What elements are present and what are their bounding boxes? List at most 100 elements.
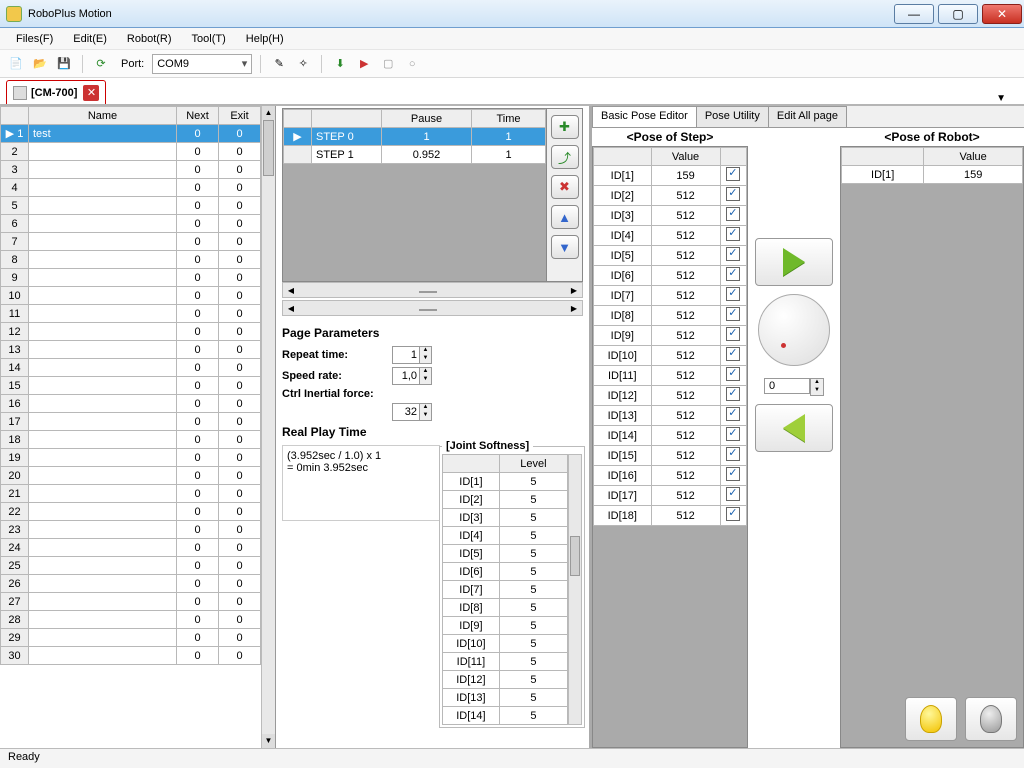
step-row[interactable]: STEP 10.9521 bbox=[284, 146, 546, 164]
softness-row[interactable]: ID[2]5 bbox=[443, 491, 568, 509]
pose-step-row[interactable]: ID[18]512 bbox=[594, 506, 747, 526]
pose-step-row[interactable]: ID[12]512 bbox=[594, 386, 747, 406]
page-row[interactable]: 600 bbox=[1, 215, 261, 233]
minimize-button[interactable]: — bbox=[894, 4, 934, 24]
new-icon[interactable]: 📄 bbox=[6, 54, 26, 74]
menu-help[interactable]: Help(H) bbox=[236, 31, 294, 47]
add-step-button[interactable]: ✚ bbox=[551, 115, 579, 139]
checkbox[interactable] bbox=[726, 347, 740, 361]
dial-value-input[interactable] bbox=[764, 378, 810, 394]
page-row[interactable]: 2500 bbox=[1, 557, 261, 575]
softness-row[interactable]: ID[1]5 bbox=[443, 473, 568, 491]
speed-rate-spinner[interactable]: ▲▼ bbox=[392, 367, 432, 385]
page-row[interactable]: 2400 bbox=[1, 539, 261, 557]
checkbox[interactable] bbox=[726, 327, 740, 341]
page-row[interactable]: 1300 bbox=[1, 341, 261, 359]
pose-step-row[interactable]: ID[1]159 bbox=[594, 166, 747, 186]
pose-step-row[interactable]: ID[3]512 bbox=[594, 206, 747, 226]
page-row[interactable]: 1200 bbox=[1, 323, 261, 341]
checkbox[interactable] bbox=[726, 267, 740, 281]
checkbox[interactable] bbox=[726, 207, 740, 221]
page-row[interactable]: 1700 bbox=[1, 413, 261, 431]
col-name[interactable]: Name bbox=[29, 107, 177, 125]
softness-row[interactable]: ID[10]5 bbox=[443, 635, 568, 653]
softness-row[interactable]: ID[4]5 bbox=[443, 527, 568, 545]
scrollbar-horizontal[interactable]: ◀▶ bbox=[282, 300, 583, 316]
pose-step-row[interactable]: ID[8]512 bbox=[594, 306, 747, 326]
col-next[interactable]: Next bbox=[177, 107, 219, 125]
softness-row[interactable]: ID[7]5 bbox=[443, 581, 568, 599]
checkbox[interactable] bbox=[726, 367, 740, 381]
pose-step-row[interactable]: ID[17]512 bbox=[594, 486, 747, 506]
close-button[interactable]: ✕ bbox=[982, 4, 1022, 24]
softness-row[interactable]: ID[6]5 bbox=[443, 563, 568, 581]
softness-row[interactable]: ID[8]5 bbox=[443, 599, 568, 617]
scrollbar-vertical[interactable] bbox=[568, 454, 582, 725]
page-row[interactable]: 400 bbox=[1, 179, 261, 197]
dial-control[interactable] bbox=[758, 294, 830, 366]
page-row[interactable]: 1400 bbox=[1, 359, 261, 377]
pose-step-row[interactable]: ID[15]512 bbox=[594, 446, 747, 466]
pencil-icon[interactable]: ✎ bbox=[269, 54, 289, 74]
softness-row[interactable]: ID[5]5 bbox=[443, 545, 568, 563]
page-row[interactable]: ▶ 1test00 bbox=[1, 125, 261, 143]
apply-right-button[interactable] bbox=[755, 238, 833, 286]
delete-step-button[interactable]: ✖ bbox=[551, 175, 579, 199]
checkbox[interactable] bbox=[726, 387, 740, 401]
insert-step-button[interactable]: ⤴ bbox=[551, 145, 579, 169]
pose-step-row[interactable]: ID[16]512 bbox=[594, 466, 747, 486]
move-down-button[interactable]: ▼ bbox=[551, 235, 579, 259]
page-row[interactable]: 2200 bbox=[1, 503, 261, 521]
wand-icon[interactable]: ✧ bbox=[293, 54, 313, 74]
page-row[interactable]: 1000 bbox=[1, 287, 261, 305]
scrollbar-horizontal[interactable]: ◀▶ bbox=[282, 282, 583, 298]
checkbox[interactable] bbox=[726, 407, 740, 421]
page-row[interactable]: 3000 bbox=[1, 647, 261, 665]
save-icon[interactable]: 💾 bbox=[54, 54, 74, 74]
page-table[interactable]: Name Next Exit ▶ 1test002003004005006007… bbox=[0, 106, 261, 665]
page-row[interactable]: 300 bbox=[1, 161, 261, 179]
softness-row[interactable]: ID[13]5 bbox=[443, 689, 568, 707]
checkbox[interactable] bbox=[726, 167, 740, 181]
checkbox[interactable] bbox=[726, 187, 740, 201]
pose-step-row[interactable]: ID[9]512 bbox=[594, 326, 747, 346]
page-row[interactable]: 200 bbox=[1, 143, 261, 161]
checkbox[interactable] bbox=[726, 467, 740, 481]
pose-step-row[interactable]: ID[13]512 bbox=[594, 406, 747, 426]
softness-row[interactable]: ID[9]5 bbox=[443, 617, 568, 635]
pose-robot-row[interactable]: ID[1]159 bbox=[842, 166, 1023, 184]
pose-step-row[interactable]: ID[6]512 bbox=[594, 266, 747, 286]
record-icon[interactable]: ○ bbox=[402, 54, 422, 74]
softness-table[interactable]: Level ID[1]5ID[2]5ID[3]5ID[4]5ID[5]5ID[6… bbox=[442, 454, 568, 725]
doc-menu-icon[interactable]: ▼ bbox=[996, 93, 1006, 104]
port-select[interactable]: COM9 bbox=[152, 54, 252, 74]
page-row[interactable]: 900 bbox=[1, 269, 261, 287]
checkbox[interactable] bbox=[726, 507, 740, 521]
page-row[interactable]: 2300 bbox=[1, 521, 261, 539]
page-row[interactable]: 2700 bbox=[1, 593, 261, 611]
checkbox[interactable] bbox=[726, 227, 740, 241]
page-row[interactable]: 2100 bbox=[1, 485, 261, 503]
tab-pose-utility[interactable]: Pose Utility bbox=[696, 106, 769, 127]
pose-step-row[interactable]: ID[4]512 bbox=[594, 226, 747, 246]
checkbox[interactable] bbox=[726, 247, 740, 261]
maximize-button[interactable]: ▢ bbox=[938, 4, 978, 24]
doc-tab[interactable]: [CM-700] ✕ bbox=[6, 80, 106, 104]
page-row[interactable]: 800 bbox=[1, 251, 261, 269]
page-row[interactable]: 1900 bbox=[1, 449, 261, 467]
menu-edit[interactable]: Edit(E) bbox=[63, 31, 117, 47]
pose-step-row[interactable]: ID[2]512 bbox=[594, 186, 747, 206]
pose-step-row[interactable]: ID[11]512 bbox=[594, 366, 747, 386]
page-row[interactable]: 1100 bbox=[1, 305, 261, 323]
scrollbar-vertical[interactable]: ▲▼ bbox=[261, 106, 275, 748]
doc-tab-close-icon[interactable]: ✕ bbox=[83, 85, 99, 101]
checkbox[interactable] bbox=[726, 427, 740, 441]
pose-step-row[interactable]: ID[7]512 bbox=[594, 286, 747, 306]
page-row[interactable]: 500 bbox=[1, 197, 261, 215]
move-up-button[interactable]: ▲ bbox=[551, 205, 579, 229]
tab-basic-pose-editor[interactable]: Basic Pose Editor bbox=[592, 106, 697, 127]
torque-on-button[interactable] bbox=[905, 697, 957, 741]
refresh-icon[interactable]: ⟳ bbox=[91, 54, 111, 74]
col-exit[interactable]: Exit bbox=[219, 107, 261, 125]
download-icon[interactable]: ⬇ bbox=[330, 54, 350, 74]
